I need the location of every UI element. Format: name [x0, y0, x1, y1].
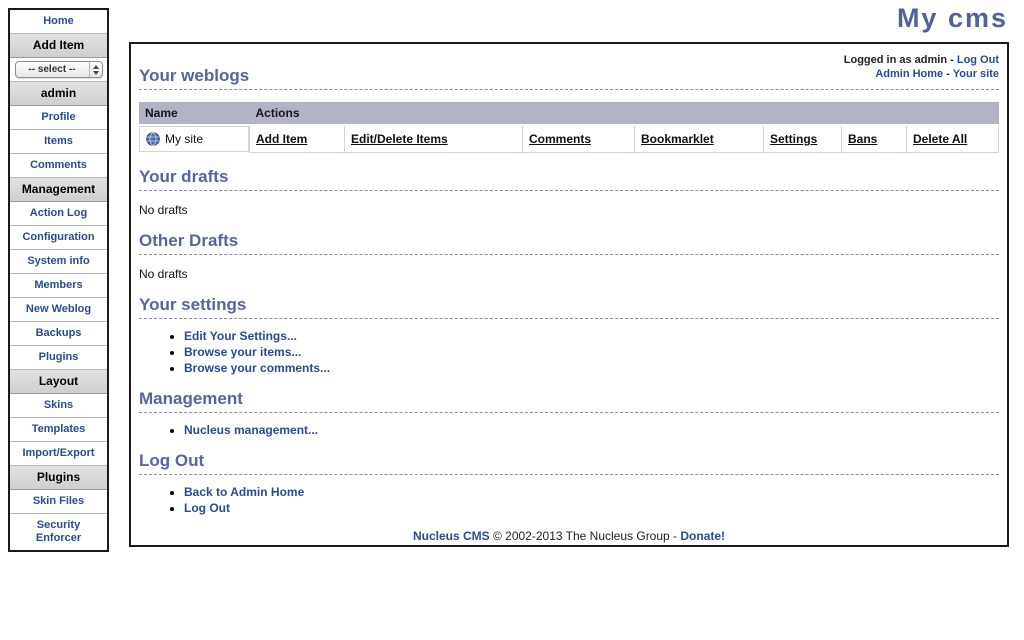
- back-to-admin-home-link[interactable]: Back to Admin Home: [184, 485, 304, 499]
- list-item: Log Out: [184, 501, 999, 515]
- browse-your-items-link[interactable]: Browse your items...: [184, 345, 301, 359]
- browse-your-comments-link[interactable]: Browse your comments...: [184, 361, 330, 375]
- action-settings[interactable]: Settings: [770, 132, 817, 146]
- sidebar-item-security-enforcer[interactable]: Security Enforcer: [10, 514, 107, 550]
- action-delete-all[interactable]: Delete All: [913, 132, 967, 146]
- action-edit-delete-items[interactable]: Edit/Delete Items: [351, 132, 448, 146]
- action-cell: Settings: [764, 125, 842, 152]
- sidebar-item-action-log[interactable]: Action Log: [10, 202, 107, 226]
- column-header-name: Name: [139, 102, 250, 125]
- sidebar: Home Add Item -- select -- admin Profile…: [8, 8, 109, 552]
- weblogs-table: Name Actions My site: [139, 102, 999, 153]
- sidebar-item-home[interactable]: Home: [10, 10, 107, 34]
- copyright-text: © 2002-2013 The Nucleus Group -: [490, 529, 681, 543]
- page-title: My cms: [897, 3, 1008, 34]
- your-drafts-empty-text: No drafts: [139, 203, 999, 217]
- log-out-list: Back to Admin Home Log Out: [139, 485, 999, 515]
- your-settings-list: Edit Your Settings... Browse your items.…: [139, 329, 999, 375]
- sidebar-select-row: -- select --: [10, 58, 107, 82]
- action-cell: Bookmarklet: [635, 125, 764, 152]
- sidebar-item-system-info[interactable]: System info: [10, 250, 107, 274]
- nucleus-management-link[interactable]: Nucleus management...: [184, 423, 318, 437]
- separator: -: [947, 54, 957, 66]
- select-value: -- select --: [16, 63, 89, 76]
- donate-link[interactable]: Donate!: [680, 529, 725, 543]
- section-title-your-drafts: Your drafts: [139, 167, 999, 191]
- weblog-row: My site Add Item Edit/Delete Items Comme…: [139, 125, 999, 152]
- weblog-name-cell: My site: [139, 126, 249, 152]
- logout-link[interactable]: Log Out: [957, 54, 999, 66]
- chevron-down-icon: [93, 71, 99, 75]
- sidebar-header-admin: admin: [10, 82, 107, 106]
- footer: Nucleus CMS © 2002-2013 The Nucleus Grou…: [139, 529, 999, 543]
- other-drafts-empty-text: No drafts: [139, 267, 999, 281]
- weblog-name: My site: [165, 132, 203, 146]
- section-title-management: Management: [139, 389, 999, 413]
- section-title-your-settings: Your settings: [139, 295, 999, 319]
- list-item: Browse your comments...: [184, 361, 999, 375]
- sidebar-item-import-export[interactable]: Import/Export: [10, 442, 107, 466]
- select-stepper-icon: [89, 62, 102, 77]
- edit-your-settings-link[interactable]: Edit Your Settings...: [184, 329, 297, 343]
- nucleus-cms-link[interactable]: Nucleus CMS: [413, 529, 490, 543]
- column-header-actions: Actions: [250, 102, 999, 125]
- login-status: Logged in as admin - Log Out Admin Home …: [844, 53, 999, 81]
- sidebar-item-configuration[interactable]: Configuration: [10, 226, 107, 250]
- add-item-weblog-select[interactable]: -- select --: [15, 61, 103, 78]
- sidebar-item-members[interactable]: Members: [10, 274, 107, 298]
- action-bans[interactable]: Bans: [848, 132, 877, 146]
- chevron-up-icon: [93, 65, 99, 69]
- section-title-log-out: Log Out: [139, 451, 999, 475]
- sidebar-item-items[interactable]: Items: [10, 130, 107, 154]
- action-comments[interactable]: Comments: [529, 132, 591, 146]
- log-out-link[interactable]: Log Out: [184, 501, 230, 515]
- your-site-link[interactable]: Your site: [953, 68, 999, 80]
- sidebar-item-templates[interactable]: Templates: [10, 418, 107, 442]
- list-item: Edit Your Settings...: [184, 329, 999, 343]
- sidebar-header-plugins: Plugins: [10, 466, 107, 490]
- separator: -: [943, 68, 953, 80]
- logged-in-text: Logged in as admin: [844, 54, 947, 66]
- sidebar-header-layout: Layout: [10, 370, 107, 394]
- action-bookmarklet[interactable]: Bookmarklet: [641, 132, 714, 146]
- main-panel: Logged in as admin - Log Out Admin Home …: [129, 42, 1009, 547]
- list-item: Nucleus management...: [184, 423, 999, 437]
- list-item: Browse your items...: [184, 345, 999, 359]
- login-line-2: Admin Home - Your site: [844, 67, 999, 81]
- sidebar-item-skin-files[interactable]: Skin Files: [10, 490, 107, 514]
- sidebar-item-skins[interactable]: Skins: [10, 394, 107, 418]
- login-line-1: Logged in as admin - Log Out: [844, 53, 999, 67]
- admin-home-link[interactable]: Admin Home: [875, 68, 943, 80]
- action-add-item[interactable]: Add Item: [256, 132, 307, 146]
- sidebar-item-plugins[interactable]: Plugins: [10, 346, 107, 370]
- weblogs-table-header-row: Name Actions: [139, 102, 999, 125]
- list-item: Back to Admin Home: [184, 485, 999, 499]
- action-cell: Edit/Delete Items: [345, 125, 523, 152]
- sidebar-item-profile[interactable]: Profile: [10, 106, 107, 130]
- sidebar-item-backups[interactable]: Backups: [10, 322, 107, 346]
- sidebar-header-management: Management: [10, 178, 107, 202]
- globe-icon: [146, 132, 160, 146]
- action-cell: Delete All: [907, 125, 999, 152]
- section-title-other-drafts: Other Drafts: [139, 231, 999, 255]
- sidebar-header-add-item: Add Item: [10, 34, 107, 58]
- sidebar-item-new-weblog[interactable]: New Weblog: [10, 298, 107, 322]
- management-list: Nucleus management...: [139, 423, 999, 437]
- action-cell: Bans: [842, 125, 907, 152]
- action-cell: Add Item: [250, 125, 345, 152]
- action-cell: Comments: [523, 125, 635, 152]
- sidebar-item-comments[interactable]: Comments: [10, 154, 107, 178]
